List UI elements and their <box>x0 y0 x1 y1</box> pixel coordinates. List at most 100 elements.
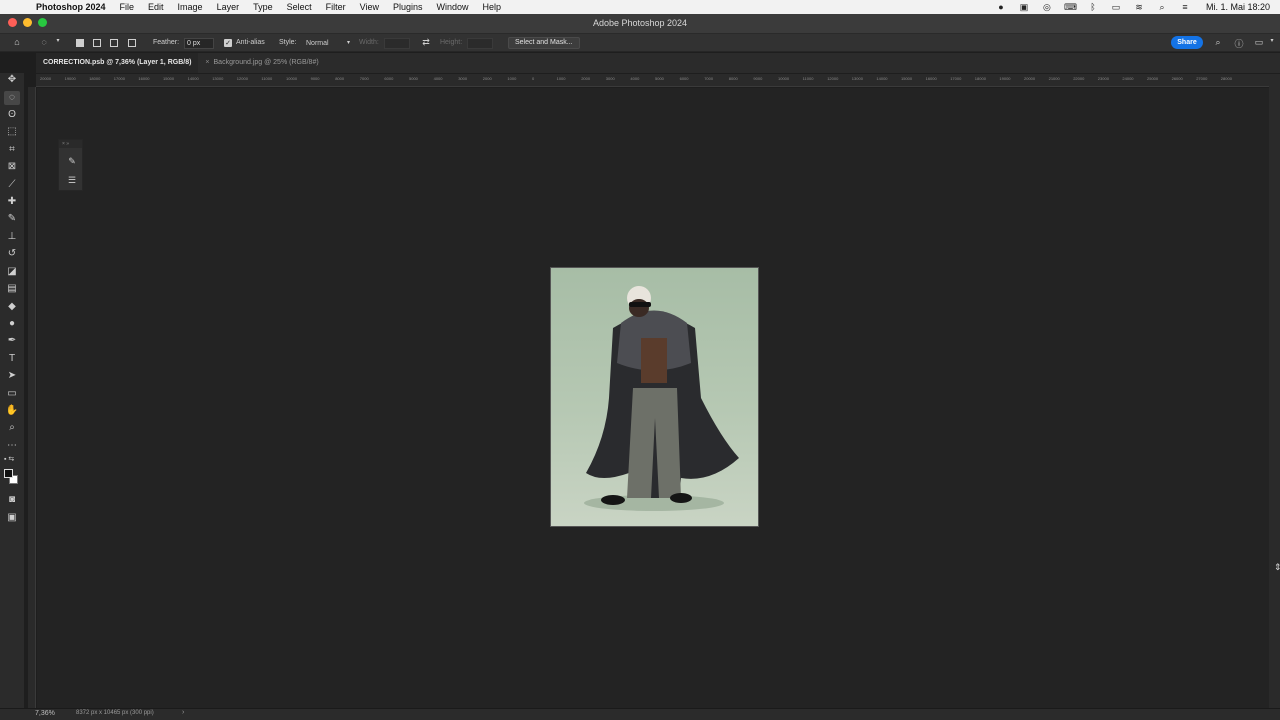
ruler-tick-label: 13000 <box>851 76 863 81</box>
ruler-tick-label: 3000 <box>458 76 468 81</box>
move-tool-icon[interactable]: ✥ <box>4 73 20 87</box>
panel-collapse-strip[interactable] <box>1269 74 1280 708</box>
history-brush-tool-icon[interactable]: ↺ <box>4 247 20 261</box>
menubar-status-area: ● ▣ ◎ ⌨ ᛒ ▭ ≋ ⌕ ≡ Mi. 1. Mai 18:20 <box>995 0 1270 14</box>
menu-file[interactable]: File <box>120 2 135 12</box>
select-and-mask-button[interactable]: Select and Mask... <box>508 37 580 49</box>
horizontal-ruler[interactable]: 20000 19000 18000 17000 16000 15000 14000 13000… <box>36 74 1270 87</box>
ruler-tick-label: 12000 <box>236 76 248 81</box>
close-tab-icon[interactable]: × <box>205 59 209 66</box>
ruler-tick-label: 1000 <box>556 76 566 81</box>
hand-tool-icon[interactable]: ✋ <box>4 404 20 418</box>
eraser-tool-icon[interactable]: ◪ <box>4 265 20 279</box>
home-icon[interactable]: ⌂ <box>11 37 23 47</box>
menu-image[interactable]: Image <box>178 2 203 12</box>
dodge-tool-icon[interactable]: ● <box>4 317 20 331</box>
eyedropper-tool-icon[interactable]: ⟋ <box>4 178 20 192</box>
airdrop-icon[interactable]: ◎ <box>1041 2 1053 13</box>
menu-layer[interactable]: Layer <box>217 2 240 12</box>
menubar-clock[interactable]: Mi. 1. Mai 18:20 <box>1206 2 1270 12</box>
battery-icon[interactable]: ▭ <box>1110 2 1122 13</box>
gradient-tool-icon[interactable]: ▤ <box>4 282 20 296</box>
rectangle-tool-icon[interactable]: ▭ <box>4 387 20 401</box>
intersect-selection-button[interactable] <box>128 37 136 49</box>
document-image[interactable] <box>551 268 758 526</box>
ruler-tick-label: 19000 <box>64 76 76 81</box>
workspace-chevron-icon[interactable]: ▾ <box>1266 37 1278 44</box>
workspace-icon[interactable]: ▭ <box>1253 37 1265 48</box>
menu-app-name[interactable]: Photoshop 2024 <box>36 2 106 12</box>
menu-view[interactable]: View <box>360 2 379 12</box>
menu-edit[interactable]: Edit <box>148 2 164 12</box>
screen-mode-icon[interactable]: ▣ <box>4 511 20 525</box>
healing-brush-tool-icon[interactable]: ✚ <box>4 195 20 209</box>
ruler-tick-label: 5000 <box>409 76 418 81</box>
more-tools-icon[interactable]: ⋯ <box>4 439 20 453</box>
pen-tool-icon[interactable]: ✒ <box>4 334 20 348</box>
adjustments-icon[interactable]: ☰ <box>65 173 79 187</box>
path-selection-tool-icon[interactable]: ➤ <box>4 369 20 383</box>
elliptical-marquee-preset-icon[interactable]: ◌ <box>38 37 50 47</box>
zoom-level[interactable]: 7,36% <box>35 710 55 717</box>
new-selection-button[interactable] <box>76 37 84 49</box>
elliptical-marquee-tool-icon[interactable]: ◌ <box>4 91 20 105</box>
quick-mask-icon[interactable]: ◙ <box>4 493 20 507</box>
chevron-down-icon[interactable]: ▾ <box>52 37 64 44</box>
ruler-tick-label: 2000 <box>581 76 591 81</box>
ruler-tick-label: 12000 <box>827 76 839 81</box>
ruler-tick-label: 25000 <box>1147 76 1159 81</box>
keyboard-icon[interactable]: ⌨ <box>1064 2 1077 13</box>
tab-correction[interactable]: CORRECTION.psb @ 7,36% (Layer 1, RGB/8) <box>36 53 199 73</box>
width-input[interactable] <box>384 38 410 49</box>
ruler-tick-label: 5000 <box>655 76 664 81</box>
crop-tool-icon[interactable]: ⌗ <box>4 143 20 157</box>
width-label: Width: <box>359 39 379 46</box>
menu-window[interactable]: Window <box>437 2 469 12</box>
help-icon[interactable]: ⓘ <box>1233 37 1245 50</box>
blur-tool-icon[interactable]: ◆ <box>4 300 20 314</box>
macos-menu-bar: Photoshop 2024 File Edit Image Layer Typ… <box>0 0 1280 14</box>
zoom-tool-icon[interactable]: ⌕ <box>4 421 20 435</box>
ruler-tick-label: 24000 <box>1122 76 1134 81</box>
subtract-selection-button[interactable] <box>110 37 118 49</box>
share-button[interactable]: Share <box>1171 36 1203 49</box>
feather-label: Feather: <box>153 39 180 46</box>
type-tool-icon[interactable]: T <box>4 352 20 366</box>
brush-settings-icon[interactable]: ✎ <box>65 154 79 168</box>
foreground-color-swatch[interactable] <box>4 469 13 478</box>
wifi-icon[interactable]: ≋ <box>1133 2 1145 13</box>
feather-input[interactable]: 0 px <box>184 38 214 49</box>
ruler-tick-label: 7000 <box>359 76 369 81</box>
frame-tool-icon[interactable]: ⊠ <box>4 160 20 174</box>
style-select[interactable]: Normal ▾ <box>304 38 352 49</box>
ruler-tick-label: 17000 <box>113 76 125 81</box>
clone-stamp-tool-icon[interactable]: ⊥ <box>4 230 20 244</box>
tab-background[interactable]: × Background.jpg @ 25% (RGB/8#) <box>198 53 325 73</box>
menu-filter[interactable]: Filter <box>326 2 346 12</box>
bluetooth-icon[interactable]: ᛒ <box>1087 2 1099 12</box>
ruler-tick-label: 6000 <box>384 76 394 81</box>
floating-panel-header[interactable]: × » <box>59 140 82 148</box>
ruler-tick-label: 27000 <box>1196 76 1208 81</box>
control-center-icon[interactable]: ≡ <box>1179 2 1191 12</box>
menu-help[interactable]: Help <box>483 2 502 12</box>
object-selection-tool-icon[interactable]: ⬚ <box>4 125 20 139</box>
lasso-tool-icon[interactable]: ʘ <box>4 108 20 122</box>
add-selection-button[interactable] <box>93 37 101 49</box>
menu-select[interactable]: Select <box>287 2 312 12</box>
display-icon[interactable]: ▣ <box>1018 2 1030 13</box>
search-icon[interactable]: ⌕ <box>1156 2 1168 13</box>
menu-plugins[interactable]: Plugins <box>393 2 423 12</box>
status-chevron-icon[interactable]: › <box>182 709 184 716</box>
brush-tool-icon[interactable]: ✎ <box>4 212 20 226</box>
search-icon[interactable]: ⌕ <box>1212 37 1224 48</box>
default-colors-icon[interactable]: ▪ ⇆ <box>4 453 20 467</box>
menu-type[interactable]: Type <box>253 2 273 12</box>
style-select-value: Normal <box>306 40 329 47</box>
vertical-ruler[interactable] <box>28 87 36 708</box>
swap-dimensions-icon[interactable]: ⇄ <box>420 37 432 48</box>
height-input[interactable] <box>467 38 493 49</box>
record-icon[interactable]: ● <box>995 2 1007 12</box>
add-selection-icon <box>93 39 101 47</box>
anti-alias-checkbox[interactable]: ✓ <box>224 39 232 47</box>
